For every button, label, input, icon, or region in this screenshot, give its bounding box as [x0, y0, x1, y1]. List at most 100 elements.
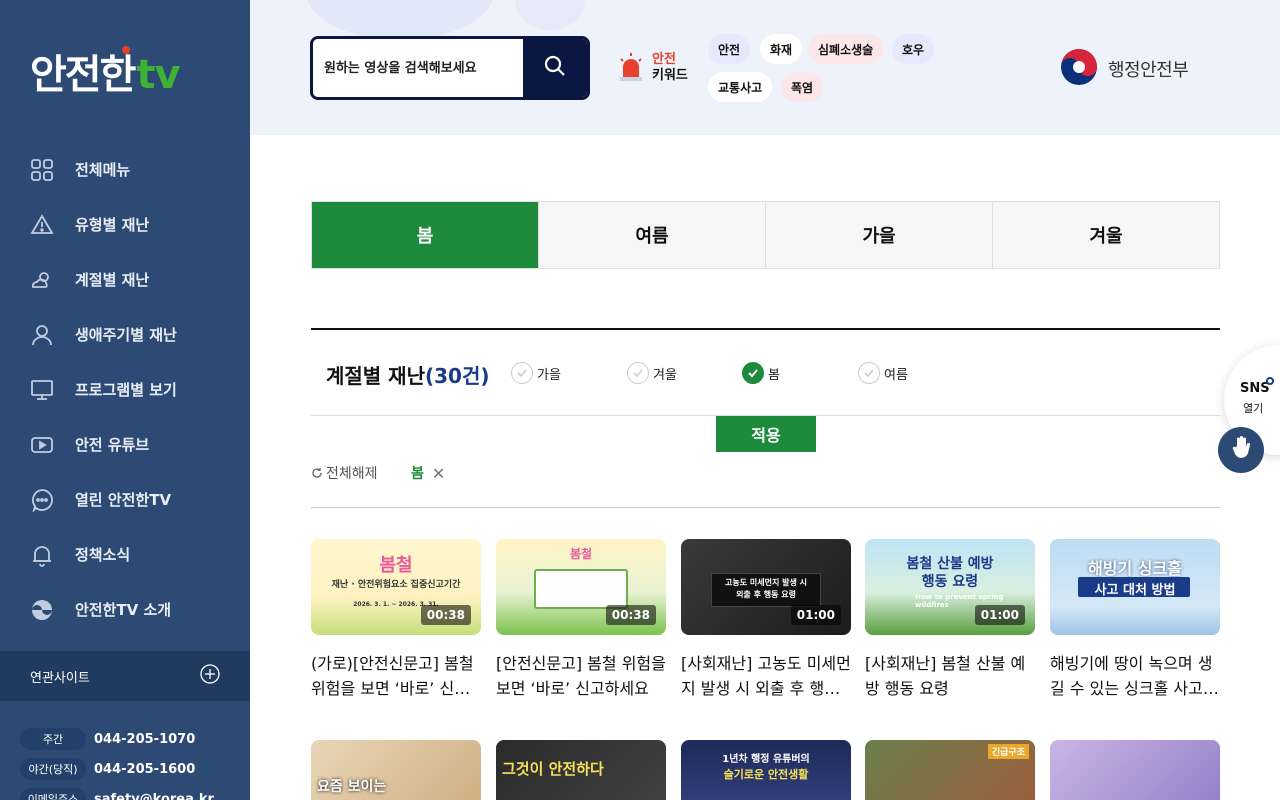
video-card[interactable]: 고농도 미세먼지 발생 시 외출 후 행동 요령 01:00 [사회재난] 고농… — [681, 539, 851, 701]
video-title[interactable]: [사회재난] 봄철 산불 예방 행동 요령 — [865, 651, 1035, 701]
divider — [311, 507, 1220, 508]
sidebar-item-youtube[interactable]: 안전 유튜브 — [0, 417, 250, 472]
video-thumbnail[interactable]: 요즘 보이는 — [311, 740, 481, 800]
related-sites-label: 연관사이트 — [30, 670, 90, 686]
contact-row: 이메일주소 safety@korea.kr — [20, 784, 240, 800]
thumbnail-text: 요즘 보이는 — [317, 779, 387, 795]
logo-text: 안전한 — [30, 52, 136, 98]
logo-dot — [122, 46, 130, 54]
video-thumbnail[interactable]: 그것이 안전하다 — [496, 740, 666, 800]
apply-button[interactable]: 적용 — [716, 416, 816, 452]
video-duration: 01:00 — [974, 605, 1025, 625]
header: 안전 키워드 안전 화재 심폐소생술 호우 교통사고 폭염 행정안전부 — [250, 0, 1280, 135]
video-card[interactable]: 봄철 재난 · 안전위험요소 집중신고기간 2026. 3. 1. ~ 2026… — [311, 539, 481, 701]
video-card[interactable]: 해빙기 싱크홀 사고 대처 방법 해빙기에 땅이 녹으며 생길 수 있는 싱크홀… — [1050, 539, 1220, 701]
video-card[interactable]: 봄철 00:38 [안전신문고] 봄철 위험을 보면 ‘바로’ 신고하세요 — [496, 539, 666, 701]
keyword-chip[interactable]: 호우 — [892, 34, 935, 64]
related-sites[interactable]: 연관사이트 — [0, 651, 250, 701]
checkbox[interactable] — [511, 362, 533, 384]
thumbnail-subtext: 슬기로운 안전생활 — [723, 768, 809, 781]
contact-row: 주간 044-205-1070 — [20, 724, 240, 754]
warning-icon — [30, 213, 54, 237]
sns-label: SNS — [1240, 381, 1270, 396]
video-card[interactable] — [1050, 740, 1220, 800]
sidebar-item-lifecycle-disaster[interactable]: 생애주기별 재난 — [0, 307, 250, 362]
sidebar-item-label: 열린 안전한TV — [75, 491, 172, 509]
thumbnail-text: 해빙기 싱크홀 — [1088, 559, 1182, 578]
header-decoration — [305, 0, 495, 40]
video-card[interactable]: 그것이 안전하다 — [496, 740, 666, 800]
video-thumbnail[interactable]: 1년차 행정 유튜버의 슬기로운 안전생활 — [681, 740, 851, 800]
contacts: 주간 044-205-1070 야간(당직) 044-205-1600 이메일주… — [20, 724, 240, 800]
reset-label: 전체해제 — [326, 466, 378, 482]
keyword-chip[interactable]: 심폐소생술 — [808, 34, 884, 64]
season-tabs: 봄 여름 가을 겨울 — [311, 201, 1220, 269]
sidebar-item-program[interactable]: 프로그램별 보기 — [0, 362, 250, 417]
filter-option-label: 봄 — [768, 367, 780, 383]
video-card[interactable]: 1년차 행정 유튜버의 슬기로운 안전생활 — [681, 740, 851, 800]
keyword-chip[interactable]: 화재 — [760, 34, 803, 64]
search-icon — [543, 54, 567, 82]
filter-option-winter[interactable]: 겨울 — [627, 362, 677, 384]
search-button[interactable] — [523, 39, 587, 97]
checkbox-checked[interactable] — [742, 362, 764, 384]
video-thumbnail[interactable]: 긴급구조 — [865, 740, 1035, 800]
thumbnail-badge: 긴급구조 — [987, 744, 1029, 759]
tab-winter[interactable]: 겨울 — [993, 202, 1219, 268]
video-thumbnail[interactable]: 봄철 재난 · 안전위험요소 집중신고기간 2026. 3. 1. ~ 2026… — [311, 539, 481, 635]
sidebar-item-season-disaster[interactable]: 계절별 재난 — [0, 252, 250, 307]
checkbox[interactable] — [858, 362, 880, 384]
thumbnail-subtext: 외출 후 행동 요령 — [736, 590, 796, 599]
selected-filter-tag: 봄 ✕ — [411, 463, 445, 483]
sidebar-item-open-tv[interactable]: 열린 안전한TV — [0, 472, 250, 527]
keyword-chip[interactable]: 폭염 — [781, 72, 824, 102]
video-thumbnail[interactable]: 봄철 산불 예방 행동 요령 How to prevent spring wil… — [865, 539, 1035, 635]
sidebar-item-label: 안전한TV 소개 — [75, 601, 172, 619]
thumbnail-text: 고농도 미세먼지 발생 시 — [725, 578, 807, 587]
keyword-chip[interactable]: 안전 — [708, 34, 751, 64]
video-title[interactable]: [안전신문고] 봄철 위험을 보면 ‘바로’ 신고하세요 — [496, 651, 666, 701]
video-thumbnail[interactable]: 해빙기 싱크홀 사고 대처 방법 — [1050, 539, 1220, 635]
video-title[interactable]: 해빙기에 땅이 녹으며 생길 수 있는 싱크홀 사고 대처 방법 — [1050, 651, 1220, 701]
tab-summer[interactable]: 여름 — [539, 202, 766, 268]
logo[interactable]: 안전한 tv — [30, 42, 181, 102]
contact-value[interactable]: safety@korea.kr — [94, 792, 214, 800]
sns-dot-icon — [1266, 377, 1274, 385]
filter-option-summer[interactable]: 여름 — [858, 362, 908, 384]
video-thumbnail[interactable]: 고농도 미세먼지 발생 시 외출 후 행동 요령 01:00 — [681, 539, 851, 635]
siren-icon — [618, 53, 644, 83]
divider — [311, 328, 1220, 330]
sidebar-item-all-menu[interactable]: 전체메뉴 — [0, 142, 250, 197]
keyword-chip[interactable]: 교통사고 — [708, 72, 773, 102]
sidebar-item-type-disaster[interactable]: 유형별 재난 — [0, 197, 250, 252]
tab-spring[interactable]: 봄 — [312, 202, 539, 268]
tab-autumn[interactable]: 가을 — [766, 202, 993, 268]
refresh-icon — [311, 467, 323, 479]
selected-filter-label: 봄 — [411, 466, 424, 482]
video-title[interactable]: (가로)[안전신문고] 봄철 위험을 보면 ‘바로’ 신고하세요 — [311, 651, 481, 701]
video-card[interactable]: 긴급구조 — [865, 740, 1035, 800]
filter-option-spring[interactable]: 봄 — [742, 362, 780, 384]
filter-option-label: 가을 — [537, 367, 561, 383]
contact-value: 044-205-1600 — [94, 761, 196, 777]
ministry-logo[interactable]: 행정안전부 — [1060, 48, 1189, 90]
video-card[interactable]: 요즘 보이는 — [311, 740, 481, 800]
video-thumbnail[interactable]: 봄철 00:38 — [496, 539, 666, 635]
plus-icon[interactable] — [200, 664, 220, 688]
video-card[interactable]: 봄철 산불 예방 행동 요령 How to prevent spring wil… — [865, 539, 1035, 701]
video-title[interactable]: [사회재난] 고농도 미세먼지 발생 시 외출 후 행동 요령 — [681, 651, 851, 701]
bell-icon — [30, 543, 54, 567]
sidebar-item-policy-news[interactable]: 정책소식 — [0, 527, 250, 582]
accessibility-button[interactable] — [1218, 427, 1264, 473]
reset-button[interactable]: 전체해제 — [311, 463, 378, 483]
thumbnail-subtext: 행동 요령 — [921, 574, 979, 590]
search-input[interactable] — [313, 39, 523, 97]
sidebar-item-about[interactable]: 안전한TV 소개 — [0, 582, 250, 637]
sns-sublabel: 열기 — [1243, 402, 1264, 415]
thumbnail-text: 그것이 안전하다 — [502, 760, 604, 778]
remove-filter-icon[interactable]: ✕ — [432, 464, 445, 483]
video-thumbnail[interactable] — [1050, 740, 1220, 800]
filter-option-autumn[interactable]: 가을 — [511, 362, 561, 384]
header-decoration — [515, 0, 585, 30]
checkbox[interactable] — [627, 362, 649, 384]
